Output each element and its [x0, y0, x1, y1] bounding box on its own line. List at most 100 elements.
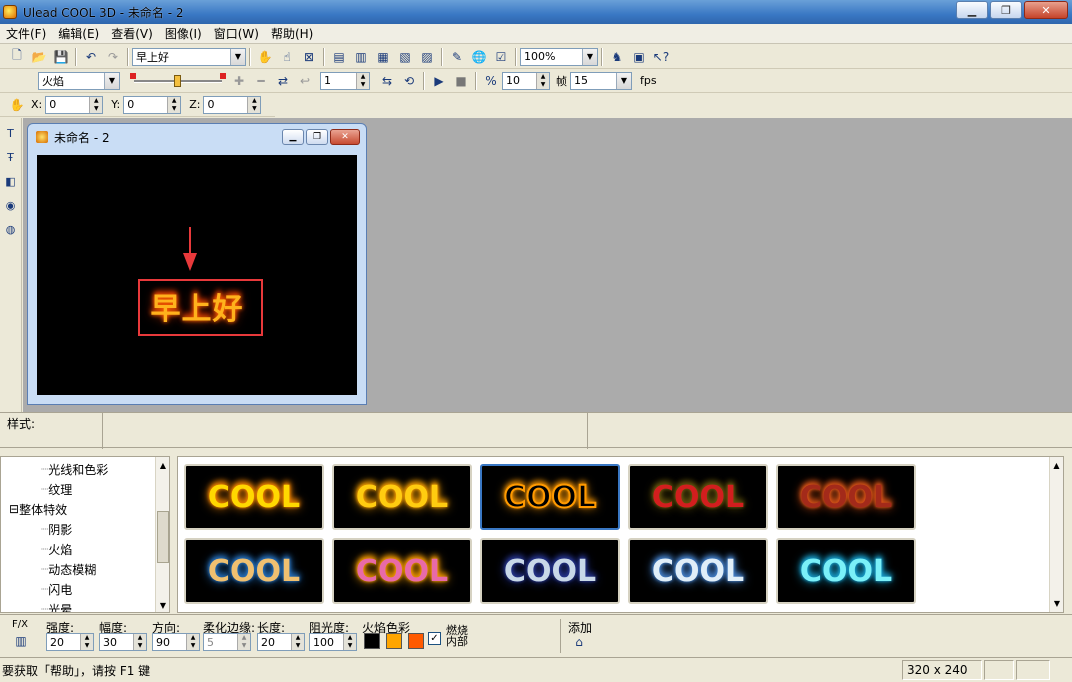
tree-item[interactable]: ┈ 阴影 [41, 519, 72, 539]
geometric-object-icon[interactable]: ◍ [2, 220, 20, 238]
fx-icon[interactable]: ▥ [13, 633, 29, 649]
direction-input[interactable]: 90 ▲ ▼ [152, 633, 200, 651]
save-icon[interactable]: 💾 [51, 47, 71, 67]
flame-color-swatch-2[interactable] [386, 633, 402, 649]
zoom-select[interactable]: 100% ▼ [520, 47, 598, 66]
play-icon[interactable]: ▶ [429, 71, 449, 91]
minimize-button[interactable]: ▁ [956, 1, 988, 19]
web-export-icon[interactable]: ♞ [607, 47, 627, 67]
tree-item[interactable]: ┈ 光晕 [41, 599, 72, 612]
preview-icon[interactable]: ▣ [629, 47, 649, 67]
y-input[interactable]: 0 ▲ ▼ [123, 95, 182, 114]
stop-icon[interactable]: ■ [451, 71, 471, 91]
swap-icon[interactable]: ⇆ [377, 71, 397, 91]
insert-text-icon[interactable]: T [2, 124, 20, 142]
preset-thumbnail[interactable]: COOL [184, 464, 324, 530]
extrude-icon-2[interactable]: ▥ [351, 47, 371, 67]
length-input[interactable]: 20 ▲ ▼ [257, 633, 305, 651]
extrude-icon-5[interactable]: ▨ [417, 47, 437, 67]
maximize-button[interactable]: ❐ [990, 1, 1022, 19]
remove-keyframe-icon[interactable]: ━ [251, 71, 271, 91]
burn-inside-checkbox[interactable]: ✓ [428, 632, 441, 645]
insert-shape-icon[interactable]: ◧ [2, 172, 20, 190]
effect-select[interactable]: 火焰 ▼ [38, 71, 120, 90]
preview-canvas[interactable]: 早上好 [37, 155, 357, 395]
doc-minimize-button[interactable]: ▁ [282, 129, 304, 145]
menu-help[interactable]: 帮助(H) [265, 25, 319, 42]
loop-back-icon[interactable]: ↩ [295, 71, 315, 91]
tree-expander-icon[interactable]: ⊟ [9, 502, 19, 516]
amplitude-input[interactable]: 30 ▲ ▼ [99, 633, 147, 651]
extrude-icon-4[interactable]: ▧ [395, 47, 415, 67]
x-input[interactable]: 0 ▲ ▼ [45, 95, 104, 114]
tree-item[interactable]: ┈ 闪电 [41, 579, 72, 599]
rotate-hand-icon[interactable]: ☝ [277, 47, 297, 67]
frames-per-second-input[interactable]: 10 ▲ ▼ [502, 71, 550, 90]
doc-close-button[interactable]: ✕ [330, 129, 360, 145]
menu-file[interactable]: 文件(F) [0, 25, 52, 42]
globe-icon[interactable]: 🌐 [469, 47, 489, 67]
tree-connector: ┈ [41, 522, 49, 536]
preset-thumbnail[interactable]: COOL [776, 538, 916, 604]
title-bar: Ulead COOL 3D - 未命名 - 2 ▁ ❐ ✕ [0, 0, 1072, 24]
insert-graphic-icon[interactable]: ◉ [2, 196, 20, 214]
scroll-up-icon[interactable]: ▲ [1050, 461, 1063, 470]
flame-color-swatch-1[interactable] [364, 633, 380, 649]
frame-number-input[interactable]: 1 ▲ ▼ [320, 71, 370, 90]
position-hand-icon[interactable]: ✋ [7, 95, 27, 115]
frames-select[interactable]: 15 ▼ [570, 71, 632, 90]
text-object-select[interactable]: 早上好 ▼ [132, 47, 246, 66]
menu-edit[interactable]: 编辑(E) [52, 25, 105, 42]
tree-item[interactable]: ┈ 火焰 [41, 539, 72, 559]
new-file-icon[interactable]: 🗋 [7, 47, 27, 67]
preset-thumbnail[interactable]: COOL [332, 538, 472, 604]
reverse-icon[interactable]: ⇄ [273, 71, 293, 91]
preset-thumbnail[interactable]: COOL [332, 464, 472, 530]
preset-thumbnail[interactable]: COOL [628, 464, 768, 530]
resize-object-icon[interactable]: ⊠ [299, 47, 319, 67]
menu-view[interactable]: 查看(V) [105, 25, 159, 42]
scroll-down-icon[interactable]: ▼ [156, 599, 169, 612]
edit-window-icon[interactable]: ☑ [491, 47, 511, 67]
move-hand-icon[interactable]: ✋ [255, 47, 275, 67]
extrude-icon-1[interactable]: ▤ [329, 47, 349, 67]
add-keyframe-icon[interactable]: ✚ [229, 71, 249, 91]
context-help-icon[interactable]: ↖? [651, 47, 671, 67]
scroll-up-icon[interactable]: ▲ [156, 459, 169, 473]
doc-maximize-button[interactable]: ❐ [306, 129, 328, 145]
percent-icon[interactable]: % [481, 71, 501, 91]
preset-thumbnail[interactable]: COOL [628, 538, 768, 604]
flame-color-swatch-3[interactable] [408, 633, 424, 649]
undo-icon[interactable]: ↶ [81, 47, 101, 67]
menu-image[interactable]: 图像(I) [159, 25, 208, 42]
frames-label: 帧 [556, 74, 567, 88]
extrude-icon-3[interactable]: ▦ [373, 47, 393, 67]
menu-window[interactable]: 窗口(W) [208, 25, 265, 42]
preset-thumbnail-text: COOL [799, 553, 893, 589]
soften-edge-input[interactable]: 5 ▲ ▼ [203, 633, 251, 651]
tree-item[interactable]: ┈ 光线和色彩 [41, 459, 108, 479]
intensity-input[interactable]: 20 ▲ ▼ [46, 633, 94, 651]
tree-item[interactable]: ┈ 纹理 [41, 479, 72, 499]
tree-item[interactable]: ┈ 动态模糊 [41, 559, 96, 579]
standard-toolbar: 🗋 📂 💾 ↶ ↷ 早上好 ▼ ✋ ☝ ⊠ ▤ ▥ ▦ ▧ ▨ ✎ 🌐 ☑ 10… [0, 45, 1072, 69]
opacity-input[interactable]: 100 ▲ ▼ [309, 633, 357, 651]
light-icon[interactable]: ✎ [447, 47, 467, 67]
preset-thumbnail[interactable]: COOL [184, 538, 324, 604]
loop-icon[interactable]: ⟲ [399, 71, 419, 91]
redo-icon[interactable]: ↷ [103, 47, 123, 67]
close-button[interactable]: ✕ [1024, 1, 1068, 19]
timeline-slider[interactable] [128, 72, 228, 90]
preset-thumbnail[interactable]: COOL [480, 538, 620, 604]
add-preset-icon[interactable]: ⌂ [570, 634, 588, 650]
preset-thumbnail[interactable]: COOL [480, 464, 620, 530]
tree-item-label: 阴影 [48, 522, 73, 537]
gallery-scrollbar[interactable]: ▲ ▼ [1049, 457, 1063, 612]
tree-item[interactable]: ⊟ 整体特效 [9, 499, 67, 519]
z-input[interactable]: 0 ▲ ▼ [203, 95, 262, 114]
tree-scrollbar[interactable]: ▲ ▼ [155, 457, 169, 612]
scroll-down-icon[interactable]: ▼ [1050, 599, 1064, 608]
edit-text-icon[interactable]: Ŧ [2, 148, 20, 166]
open-folder-icon[interactable]: 📂 [29, 47, 49, 67]
preset-thumbnail[interactable]: COOL [776, 464, 916, 530]
